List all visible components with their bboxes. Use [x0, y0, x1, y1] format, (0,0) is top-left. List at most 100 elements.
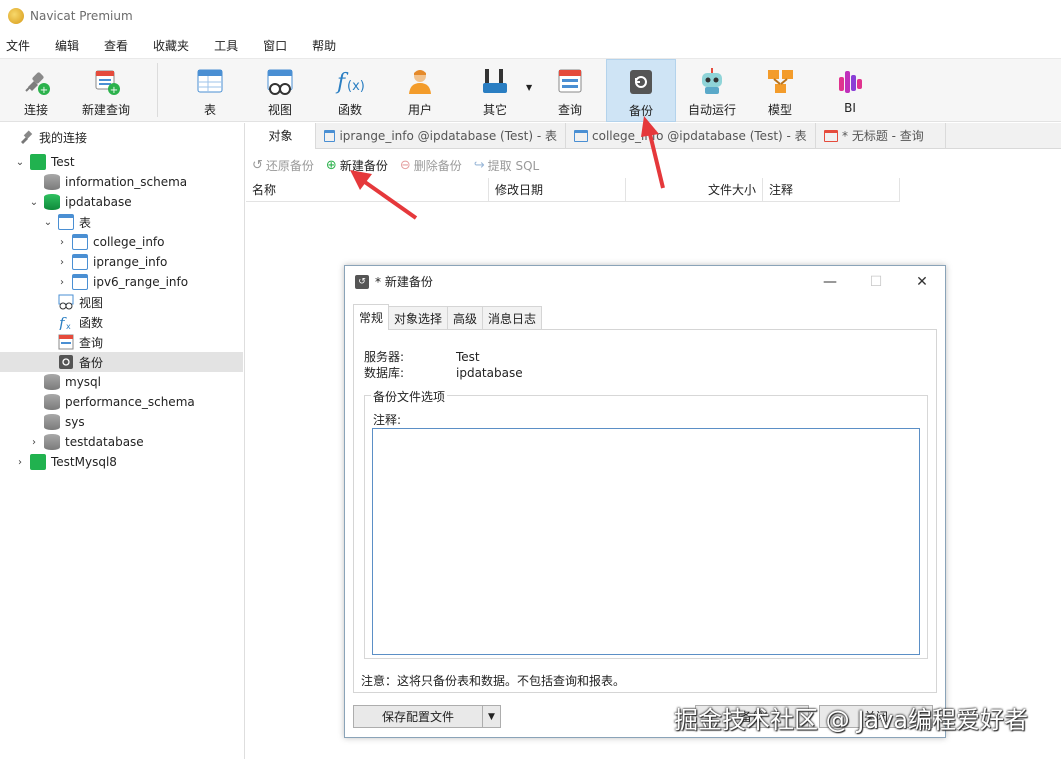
- close-button[interactable]: 关闭: [819, 705, 933, 728]
- model-button[interactable]: 模型: [756, 59, 804, 122]
- chevron-right-icon[interactable]: ›: [56, 277, 68, 288]
- tree-item-backups[interactable]: 备份: [0, 352, 243, 372]
- menu-bar: 文件 编辑 查看 收藏夹 工具 窗口 帮助: [0, 33, 1061, 57]
- table-icon: [72, 234, 88, 250]
- menu-favorites[interactable]: 收藏夹: [153, 37, 189, 54]
- function-icon: f (x): [334, 65, 366, 97]
- restore-icon: ↺: [252, 157, 263, 173]
- new-backup-dialog: ↺ * 新建备份 — ☐ ✕ 常规 对象选择 高级 消息日志 服务器: Test …: [344, 265, 946, 738]
- tab-message-log[interactable]: 消息日志: [482, 306, 543, 330]
- tree-item-queries[interactable]: 查询: [0, 332, 243, 352]
- svg-text:+: +: [40, 85, 48, 96]
- view-button[interactable]: 视图: [256, 59, 304, 122]
- database-icon: [44, 414, 60, 430]
- tree-item-sys[interactable]: sys: [0, 412, 243, 432]
- menu-window[interactable]: 窗口: [263, 37, 287, 54]
- tree-item-views[interactable]: 视图: [0, 292, 243, 312]
- menu-help[interactable]: 帮助: [312, 37, 336, 54]
- function-icon: fx: [58, 314, 71, 330]
- plug-icon: [21, 130, 33, 144]
- tree-item-information-schema[interactable]: information_schema: [0, 172, 243, 192]
- chevron-down-icon[interactable]: ⌄: [14, 157, 26, 168]
- toolbar-separator: [157, 63, 158, 117]
- query-button[interactable]: 查询: [546, 59, 594, 122]
- title-bar: Navicat Premium: [0, 0, 1061, 32]
- tree-item-mysql[interactable]: mysql: [0, 372, 243, 392]
- database-icon: [44, 174, 60, 190]
- user-button[interactable]: 用户: [396, 59, 444, 122]
- maximize-button[interactable]: ☐: [853, 266, 899, 297]
- menu-tools[interactable]: 工具: [214, 37, 238, 54]
- table-icon: [58, 214, 74, 230]
- tab-college-info[interactable]: college_info @ipdatabase (Test) - 表: [566, 122, 816, 149]
- column-comment[interactable]: 注释: [763, 178, 900, 202]
- backup-button[interactable]: 备份: [606, 59, 676, 122]
- column-modified[interactable]: 修改日期: [489, 178, 626, 202]
- tab-objects[interactable]: 对象: [246, 122, 316, 149]
- table-button[interactable]: 表: [186, 59, 234, 122]
- tab-object-selection[interactable]: 对象选择: [388, 306, 449, 330]
- tree-item-tables[interactable]: ⌄ 表: [0, 212, 243, 232]
- main-toolbar: + 连接 + 新建查询 表 视图 f (x) 函数 用户 其它 ▼ 查询 备份 …: [0, 58, 1061, 122]
- tree-item-test[interactable]: ⌄ Test: [0, 152, 243, 172]
- column-name[interactable]: 名称: [246, 178, 489, 202]
- column-size[interactable]: 文件大小: [626, 178, 763, 202]
- chevron-right-icon[interactable]: ›: [56, 257, 68, 268]
- chevron-right-icon[interactable]: ›: [28, 437, 40, 448]
- tree-item-testmysql8[interactable]: › TestMysql8: [0, 452, 243, 472]
- extract-sql-button[interactable]: ↪ 提取 SQL: [474, 157, 539, 174]
- menu-file[interactable]: 文件: [6, 37, 30, 54]
- save-config-button[interactable]: 保存配置文件 ▼: [353, 705, 501, 728]
- new-backup-button[interactable]: ⊕ 新建备份: [326, 157, 388, 174]
- tree-my-connections[interactable]: 我的连接: [0, 127, 243, 147]
- bi-button[interactable]: BI: [826, 59, 874, 122]
- other-button[interactable]: 其它: [470, 59, 520, 122]
- function-button[interactable]: f (x) 函数: [326, 59, 374, 122]
- tree-item-iprange-info[interactable]: › iprange_info: [0, 252, 243, 272]
- chevron-down-icon[interactable]: ⌄: [28, 197, 40, 208]
- user-icon: [404, 65, 436, 97]
- database-icon: [44, 394, 60, 410]
- query-icon: [824, 129, 838, 142]
- comment-textarea[interactable]: [372, 428, 920, 655]
- new-query-icon: +: [90, 65, 122, 97]
- backup-start-button[interactable]: 备份: [695, 705, 809, 728]
- chevron-right-icon[interactable]: ›: [14, 457, 26, 468]
- remove-circle-icon: ⊖: [399, 157, 411, 173]
- minimize-button[interactable]: —: [807, 266, 853, 297]
- plug-icon: +: [20, 65, 52, 97]
- add-circle-icon: ⊕: [325, 157, 337, 173]
- tab-general[interactable]: 常规: [353, 304, 390, 330]
- chevron-right-icon[interactable]: ›: [56, 237, 68, 248]
- tools-icon: [479, 65, 511, 97]
- connect-button[interactable]: + 连接: [8, 59, 64, 122]
- tree-item-ipdatabase[interactable]: ⌄ ipdatabase: [0, 192, 243, 212]
- table-icon: [72, 274, 88, 290]
- view-icon: [264, 65, 296, 97]
- auto-run-button[interactable]: 自动运行: [684, 59, 740, 122]
- view-icon: [58, 294, 74, 310]
- tree-item-testdatabase[interactable]: › testdatabase: [0, 432, 243, 452]
- tree-item-functions[interactable]: fx 函数: [0, 312, 243, 332]
- tab-advanced[interactable]: 高级: [447, 306, 484, 330]
- chevron-down-icon[interactable]: ▼: [482, 706, 500, 727]
- delete-backup-button[interactable]: ⊖ 删除备份: [400, 157, 462, 174]
- svg-text:x: x: [66, 322, 71, 330]
- tab-untitled-query[interactable]: * 无标题 - 查询: [816, 122, 946, 149]
- general-panel: 服务器: Test 数据库: ipdatabase 备份文件选项 注释:: [353, 329, 937, 693]
- restore-backup-button[interactable]: ↺ 还原备份: [252, 157, 314, 174]
- new-query-button[interactable]: + 新建查询: [76, 59, 136, 122]
- chevron-down-icon[interactable]: ⌄: [42, 217, 54, 228]
- tab-iprange-info[interactable]: iprange_info @ipdatabase (Test) - 表: [316, 122, 566, 149]
- backup-toolbar: ↺ 还原备份 ⊕ 新建备份 ⊖ 删除备份 ↪ 提取 SQL: [246, 152, 1061, 178]
- tree-item-performance-schema[interactable]: performance_schema: [0, 392, 243, 412]
- backup-file-options: 备份文件选项 注释:: [364, 388, 928, 659]
- tree-item-college-info[interactable]: › college_info: [0, 232, 243, 252]
- table-icon: [72, 254, 88, 270]
- close-icon[interactable]: ✕: [899, 266, 945, 297]
- tree-item-ipv6-range-info[interactable]: › ipv6_range_info: [0, 272, 243, 292]
- other-dropdown-icon[interactable]: ▼: [526, 83, 532, 92]
- menu-view[interactable]: 查看: [104, 37, 128, 54]
- robot-icon: [696, 65, 728, 97]
- menu-edit[interactable]: 编辑: [55, 37, 79, 54]
